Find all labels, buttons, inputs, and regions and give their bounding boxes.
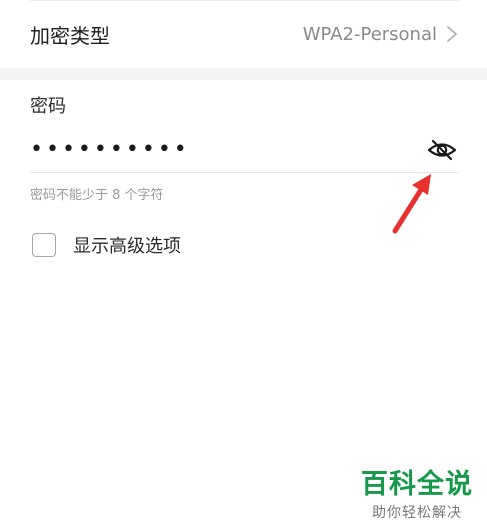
chevron-right-icon <box>447 26 457 42</box>
password-field[interactable]: •••••••••• <box>30 128 459 173</box>
security-type-value-group[interactable]: WPA2-Personal <box>303 24 459 45</box>
annotation-arrow-icon <box>392 174 431 234</box>
password-input[interactable]: •••••••••• <box>30 139 190 161</box>
section-separator <box>0 68 487 80</box>
show-password-button[interactable] <box>425 136 459 164</box>
security-type-label: 加密类型 <box>30 23 110 48</box>
watermark-title: 百科全说 <box>361 469 473 501</box>
security-type-row[interactable]: 加密类型 WPA2-Personal <box>0 0 487 68</box>
watermark-subtitle: 助你轻松解决 <box>372 505 462 521</box>
eye-icon <box>427 139 457 161</box>
security-type-value: WPA2-Personal <box>302 23 437 45</box>
password-hint: 密码不能少于 8 个字符 <box>30 188 164 203</box>
advanced-options-row[interactable]: 显示高级选项 <box>32 232 181 258</box>
advanced-options-label: 显示高级选项 <box>73 236 181 257</box>
advanced-options-checkbox[interactable] <box>32 233 56 257</box>
password-title: 密码 <box>30 96 66 117</box>
watermark: 百科全说 助你轻松解决 <box>361 470 473 522</box>
